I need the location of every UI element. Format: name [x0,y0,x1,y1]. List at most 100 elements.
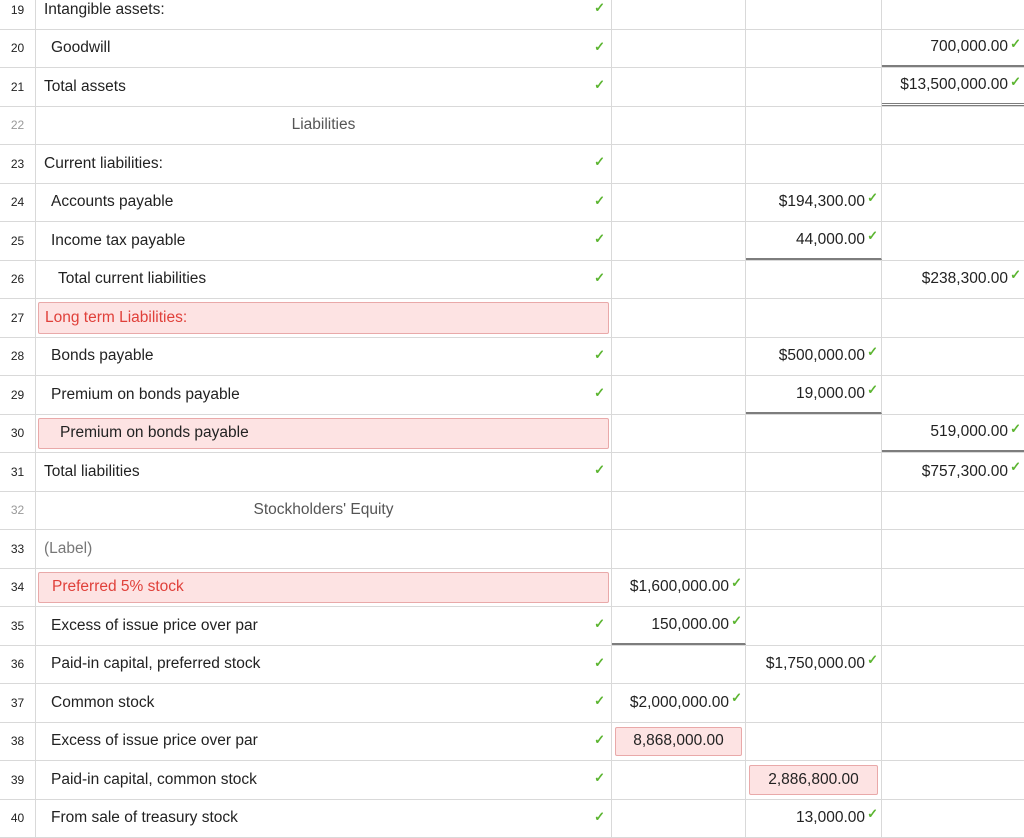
incorrect-amount-field[interactable]: 8,868,000.00 [615,727,742,757]
amount-cell-col3[interactable]: $13,500,000.00 ✓ [882,68,1024,106]
description-cell[interactable]: Excess of issue price over par ✓ [36,607,612,645]
description-text: Long term Liabilities: [45,309,187,327]
amount-cell-col3[interactable] [882,607,1024,645]
amount-cell-col2[interactable] [746,30,882,68]
amount-cell-col1[interactable] [612,30,746,68]
check-icon: ✓ [1010,422,1021,435]
description-cell[interactable]: Total liabilities ✓ [36,453,612,491]
amount-cell-col1[interactable] [612,184,746,222]
amount-cell-col3[interactable] [882,530,1024,568]
table-row: 23 Current liabilities: ✓ [0,145,1024,184]
amount-cell-col3[interactable] [882,0,1024,29]
amount-cell-col1[interactable] [612,453,746,491]
amount-cell-col3[interactable] [882,184,1024,222]
description-cell[interactable]: Long term Liabilities: [36,299,612,337]
amount-cell-col2[interactable] [746,0,882,29]
description-text: Excess of issue price over par [51,617,258,635]
amount-cell-col3[interactable] [882,569,1024,607]
amount-value: 150,000.00 [651,616,729,634]
amount-cell-col3[interactable] [882,145,1024,183]
amount-cell-col2[interactable]: $1,750,000.00 ✓ [746,646,882,684]
description-cell[interactable]: Total current liabilities ✓ [36,261,612,299]
amount-cell-col2[interactable]: $194,300.00 ✓ [746,184,882,222]
amount-cell-col2[interactable] [746,607,882,645]
description-cell[interactable]: Premium on bonds payable ✓ [36,376,612,414]
amount-cell-col2[interactable]: 19,000.00 ✓ [746,376,882,414]
amount-cell-col1[interactable]: $2,000,000.00 ✓ [612,684,746,722]
incorrect-answer-field[interactable]: Preferred 5% stock [38,572,609,604]
incorrect-amount-field[interactable]: 2,886,800.00 [749,765,878,795]
amount-cell-col3 [882,492,1024,530]
amount-cell-col1[interactable] [612,145,746,183]
amount-cell-col1[interactable] [612,222,746,260]
amount-cell-col2[interactable]: $500,000.00 ✓ [746,338,882,376]
description-cell[interactable]: From sale of treasury stock ✓ [36,800,612,838]
description-cell[interactable]: Accounts payable ✓ [36,184,612,222]
description-cell[interactable]: Excess of issue price over par ✓ [36,723,612,761]
amount-cell-col3[interactable] [882,761,1024,799]
amount-cell-col3[interactable] [882,376,1024,414]
amount-cell-col2[interactable] [746,723,882,761]
row-number: 39 [0,761,36,799]
amount-cell-col2[interactable] [746,68,882,106]
amount-cell-col1[interactable] [612,530,746,568]
description-cell[interactable]: Current liabilities: ✓ [36,145,612,183]
amount-cell-col3[interactable]: 519,000.00 ✓ [882,415,1024,453]
description-cell[interactable]: Bonds payable ✓ [36,338,612,376]
description-cell[interactable]: (Label) [36,530,612,568]
description-cell[interactable]: Premium on bonds payable [36,415,612,453]
description-text: From sale of treasury stock [51,809,238,827]
amount-cell-col1[interactable]: 8,868,000.00 [612,723,746,761]
description-text: Excess of issue price over par [51,732,258,750]
amount-cell-col2[interactable] [746,530,882,568]
description-cell[interactable]: Common stock ✓ [36,684,612,722]
description-text: Income tax payable [51,232,185,250]
amount-cell-col2[interactable]: 13,000.00 ✓ [746,800,882,838]
amount-cell-col2[interactable] [746,453,882,491]
amount-cell-col3[interactable] [882,338,1024,376]
amount-cell-col1[interactable] [612,299,746,337]
amount-cell-col2[interactable] [746,261,882,299]
amount-cell-col2[interactable] [746,569,882,607]
amount-cell-col1[interactable] [612,800,746,838]
row-number: 21 [0,68,36,106]
amount-cell-col1[interactable] [612,261,746,299]
amount-cell-col1[interactable]: $1,600,000.00 ✓ [612,569,746,607]
amount-cell-col1[interactable] [612,68,746,106]
description-cell[interactable]: Paid-in capital, preferred stock ✓ [36,646,612,684]
amount-cell-col3[interactable] [882,299,1024,337]
description-cell[interactable]: Goodwill ✓ [36,30,612,68]
amount-cell-col2[interactable]: 44,000.00 ✓ [746,222,882,260]
description-cell[interactable]: Total assets ✓ [36,68,612,106]
amount-cell-col1[interactable]: 150,000.00 ✓ [612,607,746,645]
incorrect-answer-field[interactable]: Long term Liabilities: [38,302,609,334]
description-cell[interactable]: Preferred 5% stock [36,569,612,607]
amount-cell-col3[interactable] [882,723,1024,761]
description-cell[interactable]: Paid-in capital, common stock ✓ [36,761,612,799]
amount-cell-col1[interactable] [612,376,746,414]
amount-cell-col3[interactable]: 700,000.00 ✓ [882,30,1024,68]
amount-cell-col1[interactable] [612,646,746,684]
amount-cell-col1[interactable] [612,0,746,29]
amount-cell-col2[interactable] [746,415,882,453]
amount-cell-col3[interactable] [882,800,1024,838]
amount-cell-col3[interactable] [882,222,1024,260]
amount-cell-col1[interactable] [612,761,746,799]
amount-cell-col2[interactable]: 2,886,800.00 [746,761,882,799]
description-cell[interactable]: Income tax payable ✓ [36,222,612,260]
incorrect-answer-field[interactable]: Premium on bonds payable [38,418,609,450]
description-cell[interactable]: Intangible assets: ✓ [36,0,612,29]
description-text: Total assets [44,78,126,96]
amount-cell-col3[interactable] [882,646,1024,684]
check-icon: ✓ [594,348,605,361]
amount-cell-col1[interactable] [612,338,746,376]
check-icon: ✓ [867,229,878,242]
amount-cell-col2[interactable] [746,299,882,337]
amount-cell-col3[interactable]: $238,300.00 ✓ [882,261,1024,299]
row-number: 19 [0,0,36,29]
amount-cell-col2[interactable] [746,145,882,183]
amount-cell-col3[interactable] [882,684,1024,722]
amount-cell-col1[interactable] [612,415,746,453]
amount-cell-col2[interactable] [746,684,882,722]
amount-cell-col3[interactable]: $757,300.00 ✓ [882,453,1024,491]
